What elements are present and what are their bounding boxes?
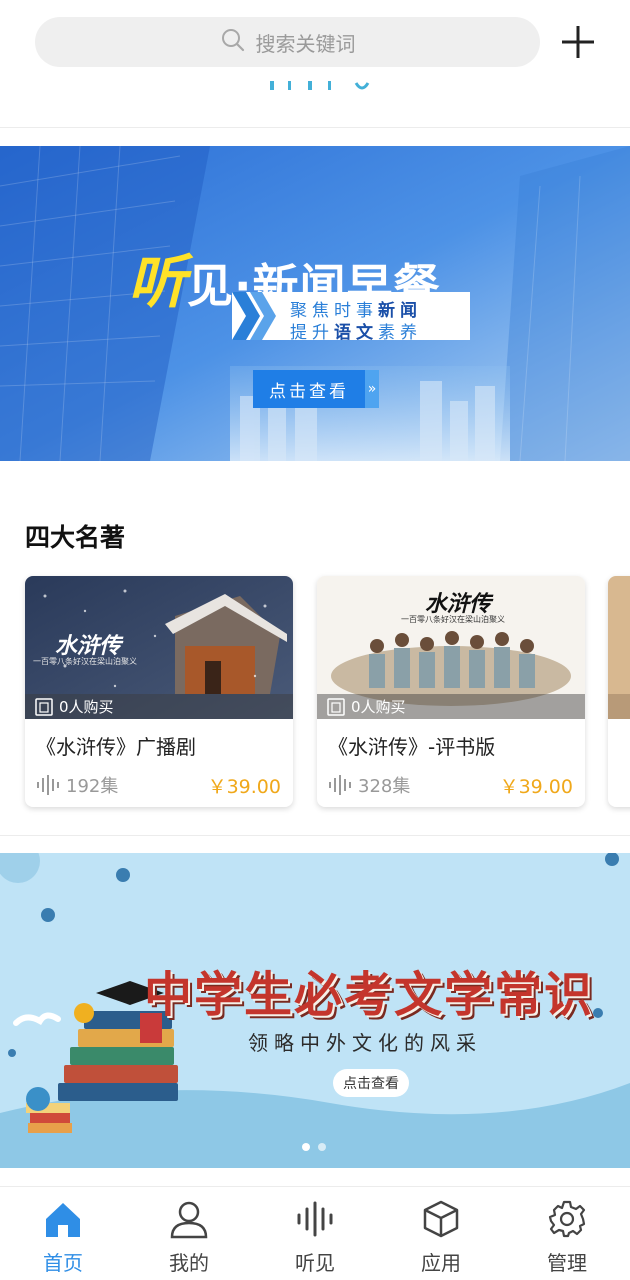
- episode-count: 328集: [358, 776, 411, 797]
- tagline-2-a: 提升: [290, 323, 334, 343]
- episode-meta: 192集: [36, 772, 118, 798]
- course-card[interactable]: 水浒传 一百零八条好汉在梁山泊聚义 0人购买 《水浒传》-评书版 328集 ￥3…: [317, 576, 585, 807]
- home-icon: [46, 1203, 80, 1237]
- top-bar: 搜索关键词: [0, 0, 630, 128]
- nav-label: 应用: [421, 1251, 461, 1275]
- nav-listen[interactable]: 听见: [252, 1187, 378, 1280]
- carousel-dot-active[interactable]: [302, 1143, 310, 1151]
- literature-banner-title: 中学生必考文学常识: [144, 967, 595, 1023]
- purchase-icon: [327, 697, 345, 716]
- carousel-dot[interactable]: [318, 1143, 326, 1151]
- bottom-nav: 首页 我的 听见 应用 管理: [0, 1186, 630, 1280]
- search-placeholder: 搜索关键词: [255, 31, 356, 56]
- episode-meta: 328集: [328, 772, 410, 798]
- gear-icon: [548, 1200, 586, 1238]
- purchase-icon: [35, 697, 53, 716]
- banner-tagline-2: 提升语文素养: [290, 318, 422, 343]
- nav-label: 首页: [43, 1251, 83, 1275]
- purchase-bar: 0人购买: [317, 694, 585, 719]
- banner-view-button[interactable]: 点击查看: [253, 370, 365, 408]
- purchase-count: 0人购买: [59, 698, 114, 716]
- tagline-2-c: 素养: [378, 323, 422, 343]
- plus-icon: [562, 26, 594, 58]
- purchase-count: 0人购买: [351, 698, 406, 716]
- cube-icon: [423, 1200, 459, 1238]
- banner-title-highlight: 听: [128, 248, 188, 316]
- nav-label: 管理: [547, 1251, 587, 1275]
- literature-view-button[interactable]: 点击查看: [333, 1069, 409, 1097]
- nav-apps[interactable]: 应用: [378, 1187, 504, 1280]
- literature-banner-subtitle: 领略中外文化的风采: [248, 1031, 482, 1055]
- course-price: ￥39.00: [499, 776, 573, 798]
- course-card[interactable]: 水浒传 一百零八条好汉在梁山泊聚义 0人购买 《水浒传》广播剧 192集 ￥39…: [25, 576, 293, 807]
- audio-wave-icon: [329, 775, 351, 795]
- purchase-bar: 0人购买: [25, 694, 293, 719]
- course-card-partial[interactable]: [608, 576, 630, 807]
- scrolled-content-fragment: [268, 78, 378, 90]
- course-price: ￥39.00: [207, 776, 281, 798]
- course-cover: 水浒传 一百零八条好汉在梁山泊聚义 0人购买: [25, 576, 293, 719]
- audio-wave-icon: [37, 775, 59, 795]
- course-cover: 水浒传 一百零八条好汉在梁山泊聚义 0人购买: [317, 576, 585, 719]
- cover-caption: 一百零八条好汉在梁山泊聚义: [33, 657, 137, 666]
- section-divider: [0, 835, 630, 836]
- tagline-2-b: 语文: [334, 323, 378, 343]
- section-title: 四大名著: [25, 523, 126, 552]
- audio-wave-icon: [297, 1201, 333, 1237]
- banner-view-arrow[interactable]: »: [365, 370, 379, 408]
- nav-manage[interactable]: 管理: [504, 1187, 630, 1280]
- user-icon: [170, 1201, 208, 1239]
- nav-home[interactable]: 首页: [0, 1187, 126, 1280]
- search-bar[interactable]: 搜索关键词: [35, 17, 540, 67]
- add-button[interactable]: [558, 22, 598, 62]
- course-title: 《水浒传》-评书版: [328, 735, 496, 759]
- episode-count: 192集: [66, 776, 119, 797]
- course-title: 《水浒传》广播剧: [36, 735, 196, 759]
- nav-label: 听见: [295, 1251, 335, 1275]
- cover-caption: 一百零八条好汉在梁山泊聚义: [401, 615, 505, 624]
- nav-mine[interactable]: 我的: [126, 1187, 252, 1280]
- search-icon: [220, 27, 246, 57]
- chevron-right-icon: [232, 292, 276, 340]
- nav-label: 我的: [169, 1251, 209, 1275]
